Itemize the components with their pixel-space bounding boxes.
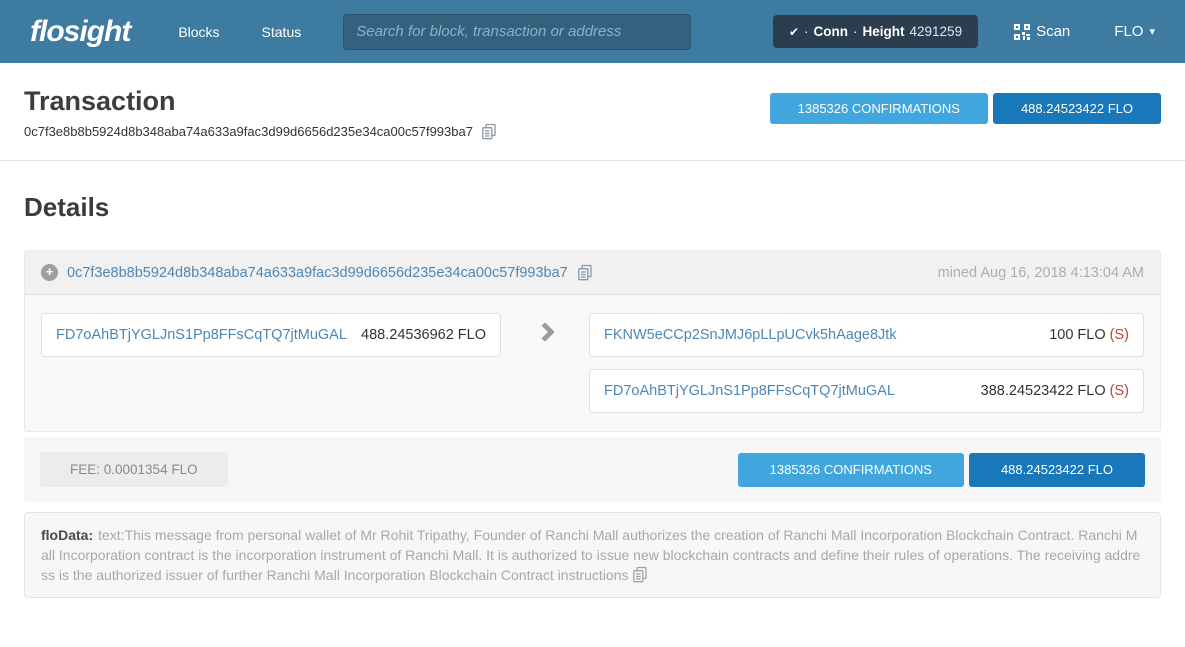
- spent-flag[interactable]: (S): [1110, 383, 1129, 399]
- currency-dropdown[interactable]: FLO ▾: [1114, 23, 1155, 40]
- separator: ·: [804, 24, 809, 39]
- nav-link-status[interactable]: Status: [262, 24, 302, 40]
- logo[interactable]: flosight: [30, 15, 130, 49]
- page-title: Transaction: [24, 86, 497, 117]
- output-row: FKNW5eCCp2SnJMJ6pLLpUCvk5hAage8Jtk 100 F…: [589, 313, 1144, 357]
- details-title: Details: [24, 192, 1161, 223]
- scan-label: Scan: [1036, 23, 1070, 40]
- amount-button[interactable]: 488.24523422 FLO: [969, 453, 1145, 487]
- output-amount: 100 FLO (S): [1049, 327, 1129, 343]
- transaction-card: + 0c7f3e8b8b5924d8b348aba74a633a9fac3d99…: [24, 250, 1161, 432]
- fee-strip: FEE: 0.0001354 FLO 1385326 CONFIRMATIONS…: [24, 437, 1161, 502]
- copy-icon[interactable]: [632, 566, 648, 583]
- navbar-right: ✔ · Conn · Height 4291259 Scan FLO ▾: [773, 15, 1155, 48]
- arrow-right-icon: [535, 322, 555, 342]
- transaction-header: Transaction 0c7f3e8b8b5924d8b348aba74a63…: [0, 63, 1185, 161]
- flodata-card: floData:text:This message from personal …: [24, 512, 1161, 598]
- mined-timestamp: mined Aug 16, 2018 4:13:04 AM: [938, 265, 1144, 281]
- transaction-hash: 0c7f3e8b8b5924d8b348aba74a633a9fac3d99d6…: [24, 124, 473, 139]
- input-row: FD7oAhBTjYGLJnS1Pp8FFsCqTQ7jtMuGAL 488.2…: [41, 313, 501, 357]
- chevron-down-icon: ▾: [1149, 25, 1155, 38]
- output-amount-value: 100 FLO: [1049, 327, 1105, 343]
- output-row: FD7oAhBTjYGLJnS1Pp8FFsCqTQ7jtMuGAL 388.2…: [589, 369, 1144, 413]
- fee-strip-buttons: 1385326 CONFIRMATIONS 488.24523422 FLO: [738, 453, 1145, 487]
- currency-label: FLO: [1114, 23, 1143, 40]
- search-input[interactable]: [343, 14, 691, 50]
- check-icon: ✔: [789, 25, 799, 39]
- height-label: Height: [863, 24, 905, 39]
- transaction-card-header: + 0c7f3e8b8b5924d8b348aba74a633a9fac3d99…: [25, 251, 1160, 295]
- input-address-link[interactable]: FD7oAhBTjYGLJnS1Pp8FFsCqTQ7jtMuGAL: [56, 327, 347, 343]
- flodata-text: text:This message from personal wallet o…: [41, 527, 1140, 583]
- details-section: Details + 0c7f3e8b8b5924d8b348aba74a633a…: [0, 192, 1185, 598]
- expand-icon[interactable]: +: [41, 264, 58, 281]
- output-address-link[interactable]: FD7oAhBTjYGLJnS1Pp8FFsCqTQ7jtMuGAL: [604, 383, 895, 399]
- connection-status-badge: ✔ · Conn · Height 4291259: [773, 15, 978, 48]
- transaction-summary-buttons: 1385326 CONFIRMATIONS 488.24523422 FLO: [770, 93, 1161, 160]
- output-amount: 388.24523422 FLO (S): [981, 383, 1129, 399]
- qr-code-icon: [1014, 24, 1030, 40]
- inputs-column: FD7oAhBTjYGLJnS1Pp8FFsCqTQ7jtMuGAL 488.2…: [41, 313, 501, 413]
- transaction-io: FD7oAhBTjYGLJnS1Pp8FFsCqTQ7jtMuGAL 488.2…: [25, 295, 1160, 431]
- outputs-column: FKNW5eCCp2SnJMJ6pLLpUCvk5hAage8Jtk 100 F…: [589, 313, 1144, 413]
- output-address-link[interactable]: FKNW5eCCp2SnJMJ6pLLpUCvk5hAage8Jtk: [604, 327, 897, 343]
- separator: ·: [853, 24, 858, 39]
- output-amount-value: 388.24523422 FLO: [981, 383, 1106, 399]
- transaction-hash-link[interactable]: 0c7f3e8b8b5924d8b348aba74a633a9fac3d99d6…: [67, 265, 568, 281]
- scan-button[interactable]: Scan: [1014, 23, 1070, 40]
- confirmations-button[interactable]: 1385326 CONFIRMATIONS: [738, 453, 964, 487]
- confirmations-button[interactable]: 1385326 CONFIRMATIONS: [770, 93, 988, 124]
- copy-icon[interactable]: [481, 123, 497, 140]
- transaction-title-block: Transaction 0c7f3e8b8b5924d8b348aba74a63…: [24, 63, 497, 160]
- spent-flag[interactable]: (S): [1110, 327, 1129, 343]
- arrow-column: [501, 313, 589, 413]
- copy-icon[interactable]: [577, 264, 593, 281]
- nav-link-blocks[interactable]: Blocks: [178, 24, 219, 40]
- conn-label: Conn: [814, 24, 849, 39]
- flodata-label: floData:: [41, 527, 93, 543]
- input-amount: 488.24536962 FLO: [361, 327, 486, 343]
- navbar: flosight Blocks Status ✔ · Conn · Height…: [0, 0, 1185, 63]
- height-value: 4291259: [910, 24, 963, 39]
- fee-badge: FEE: 0.0001354 FLO: [40, 452, 228, 487]
- amount-button[interactable]: 488.24523422 FLO: [993, 93, 1161, 124]
